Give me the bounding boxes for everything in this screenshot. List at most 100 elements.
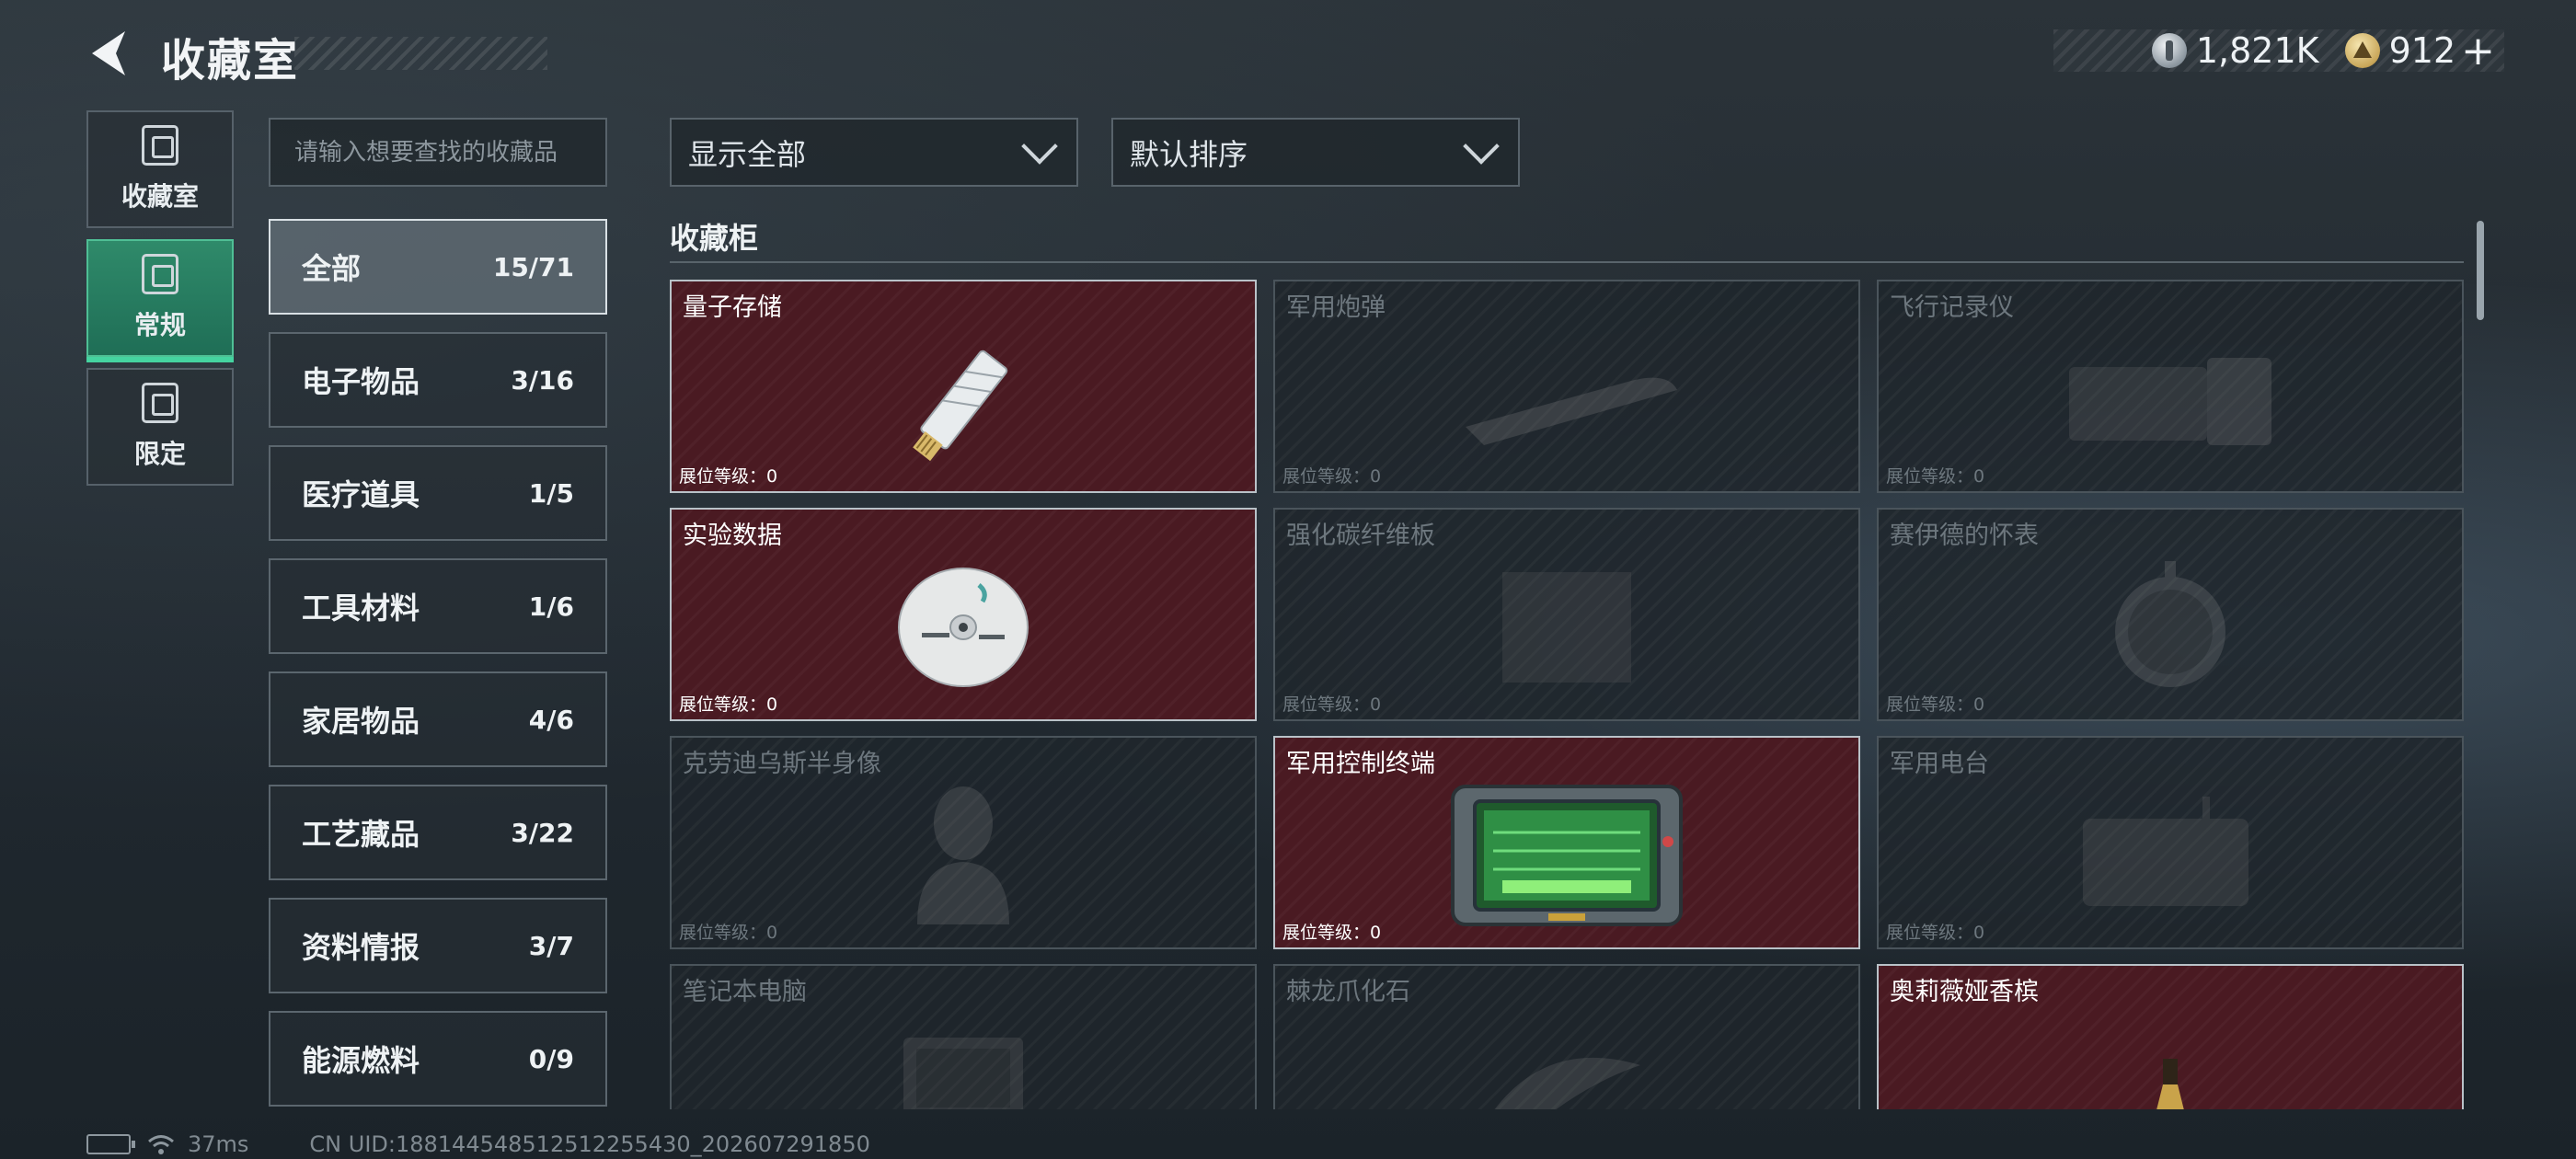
search-input[interactable] [269,118,607,187]
limited-icon [142,383,178,423]
category-all[interactable]: 全部 15/71 [269,219,607,315]
sort-value: 默认排序 [1130,136,1248,172]
section-divider [670,261,2464,263]
nav-label: 限定 [133,439,186,469]
category-count: 1/5 [528,477,574,509]
laptop-icon [903,1037,1023,1109]
artillery-shell-icon [1466,377,1677,445]
item-name: 赛伊德的怀表 [1890,522,2039,550]
silver-currency-value: 1,821K [2195,30,2319,71]
collectible-card[interactable]: 奥莉薇娅香槟 [1877,964,2464,1109]
collectible-card[interactable]: 棘龙爪化石 [1273,964,1860,1109]
category-crafts[interactable]: 工艺藏品 3/22 [269,785,607,880]
champagne-bottle-icon [2156,1059,2184,1109]
nav-regular[interactable]: 常规 [86,239,234,362]
item-name: 军用控制终端 [1286,750,1435,778]
category-name: 家居物品 [302,704,420,739]
category-name: 电子物品 [302,364,420,399]
status-bar: 37ms CN UID:188144548512512255430_202607… [86,1130,870,1159]
chevron-down-icon [1021,127,1058,165]
category-name: 工具材料 [302,591,420,625]
item-level: 展位等级：0 [1886,923,1985,943]
nav-collection-room[interactable]: 收藏室 [86,110,234,228]
side-nav: 收藏室 常规 限定 [86,110,234,497]
data-disc-icon [898,567,1029,687]
category-name: 能源燃料 [302,1043,420,1078]
category-name: 全部 [302,251,362,286]
category-energy[interactable]: 能源燃料 0/9 [269,1011,607,1107]
category-name: 资料情报 [302,930,420,965]
item-level: 展位等级：0 [1886,466,1985,487]
category-count: 1/6 [528,591,574,622]
collectible-card[interactable]: 军用控制终端 展位等级：0 [1273,736,1860,949]
currency-bar: 1,821K 912 + [2053,28,2504,75]
collectible-card[interactable]: 赛伊德的怀表 展位等级：0 [1877,508,2464,721]
item-level: 展位等级：0 [679,923,778,943]
top-bar: 收藏室 1,821K 912 + [0,0,2576,101]
category-count: 0/9 [528,1043,574,1074]
collectible-card[interactable]: 笔记本电脑 [670,964,1257,1109]
cabinet-title: 收藏柜 [670,221,759,256]
item-level: 展位等级：0 [1282,466,1382,487]
gold-currency: 912 + [2344,28,2495,75]
silver-coin-icon [2151,33,2187,68]
nav-limited[interactable]: 限定 [86,368,234,486]
collectible-card[interactable]: 实验数据 展位等级：0 [670,508,1257,721]
usb-drive-icon [913,350,1008,461]
category-electronics[interactable]: 电子物品 3/16 [269,332,607,428]
cabinet-grid-viewport: 量子存储 展位等级：0 军用炮弹 展位等级：0 飞行记录仪 展位等级：0 实验数… [670,280,2464,1109]
chevron-down-icon [1463,127,1500,165]
title-decoration [294,37,547,70]
collectible-card[interactable]: 克劳迪乌斯半身像 展位等级：0 [670,736,1257,949]
collection-room-icon [142,125,178,166]
control-terminal-icon [1451,784,1683,926]
category-name: 医疗道具 [302,477,420,512]
fossil-claw-icon [1494,1057,1640,1109]
category-medical[interactable]: 医疗道具 1/5 [269,445,607,541]
item-name: 强化碳纤维板 [1286,522,1435,550]
add-currency-button[interactable]: + [2461,28,2495,75]
nav-label: 收藏室 [121,181,199,212]
item-name: 量子存储 [683,293,782,322]
show-filter-dropdown[interactable]: 显示全部 [670,118,1078,187]
category-count: 3/7 [528,930,574,961]
ping-value: 37ms [188,1131,249,1157]
carbon-plate-icon [1502,571,1631,683]
military-radio-icon [2083,796,2248,906]
item-name: 军用电台 [1890,750,1989,778]
item-level: 展位等级：0 [1282,694,1382,715]
category-intel[interactable]: 资料情报 3/7 [269,898,607,993]
collectible-card[interactable]: 量子存储 展位等级：0 [670,280,1257,493]
category-count: 3/22 [511,817,574,848]
player-uid: CN UID:188144548512512255430_20260729185… [309,1131,870,1157]
item-name: 笔记本电脑 [683,978,807,1006]
pocket-watch-icon [2115,560,2225,687]
item-name: 军用炮弹 [1286,293,1386,322]
regular-icon [142,254,178,294]
category-household[interactable]: 家居物品 4/6 [269,671,607,767]
page-title: 收藏室 [161,35,300,86]
collectible-card[interactable]: 强化碳纤维板 展位等级：0 [1273,508,1860,721]
category-name: 工艺藏品 [302,817,420,852]
collectible-card[interactable]: 飞行记录仪 展位等级：0 [1877,280,2464,493]
item-name: 棘龙爪化石 [1286,978,1410,1006]
scrollbar-thumb[interactable] [2477,221,2484,320]
collectible-card[interactable]: 军用电台 展位等级：0 [1877,736,2464,949]
item-name: 实验数据 [683,522,782,550]
collectible-card[interactable]: 军用炮弹 展位等级：0 [1273,280,1860,493]
item-level: 展位等级：0 [1886,694,1985,715]
category-count: 4/6 [528,704,574,735]
cabinet-grid: 量子存储 展位等级：0 军用炮弹 展位等级：0 飞行记录仪 展位等级：0 实验数… [670,280,2464,1109]
sort-dropdown[interactable]: 默认排序 [1111,118,1520,187]
category-count: 15/71 [492,251,574,282]
category-tools[interactable]: 工具材料 1/6 [269,558,607,654]
show-filter-value: 显示全部 [688,136,807,172]
item-name: 克劳迪乌斯半身像 [683,750,881,778]
flight-recorder-icon [2069,357,2271,445]
item-name: 奥莉薇娅香槟 [1890,978,2039,1006]
back-arrow-icon[interactable] [85,26,140,81]
item-level: 展位等级：0 [1282,923,1382,943]
nav-label: 常规 [133,310,186,340]
gold-coin-icon [2344,33,2380,68]
silver-currency: 1,821K [2151,30,2319,71]
